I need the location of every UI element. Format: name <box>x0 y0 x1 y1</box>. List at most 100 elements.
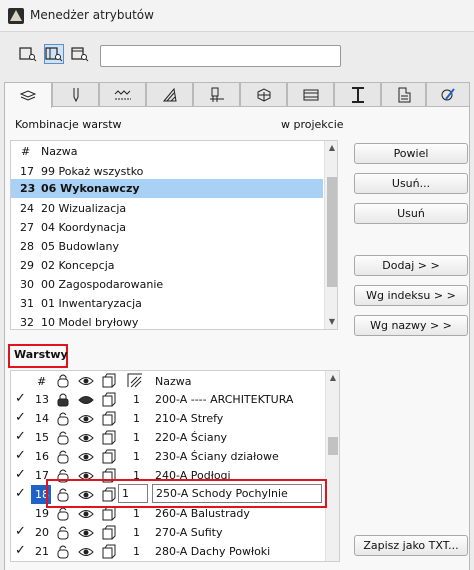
combination-row[interactable]: 31 01 Inwentaryzacja <box>11 294 323 313</box>
solid-model-icon[interactable] <box>101 544 117 559</box>
layer-name: 210-A Strefy <box>155 412 224 425</box>
combination-row[interactable]: 28 05 Budowlany <box>11 237 323 256</box>
layers-title: Warstwy <box>14 348 68 361</box>
window-title: Menedżer atrybutów <box>30 8 154 22</box>
recall-button[interactable]: Powiel <box>354 143 468 164</box>
row-num: 27 <box>20 221 34 234</box>
visible-eye-icon[interactable] <box>78 411 94 426</box>
row-num: 21 <box>35 545 49 558</box>
combination-row[interactable]: 30 00 Zagospodarowanie <box>11 275 323 294</box>
combination-row[interactable]: 32 10 Model bryłowy <box>11 313 323 329</box>
solid-model-icon[interactable] <box>101 411 117 426</box>
row-num: 15 <box>35 431 49 444</box>
intersection-group[interactable]: 1 <box>133 545 140 558</box>
column-header-num[interactable]: # <box>37 375 46 388</box>
scroll-down-arrow-icon[interactable]: ▼ <box>325 317 337 327</box>
by-name-button[interactable]: Wg nazwy > > <box>354 315 468 336</box>
visible-eye-icon[interactable] <box>78 544 94 559</box>
split-view-search-button[interactable] <box>44 44 64 64</box>
tab-building-materials[interactable] <box>240 82 287 106</box>
column-header-name[interactable]: Nazwa <box>155 375 191 388</box>
row-num: 28 <box>20 240 34 253</box>
lock-open-icon[interactable] <box>55 449 71 464</box>
combinations-scrollbar[interactable]: ▲ ▼ <box>324 141 337 329</box>
composites-tab-icon <box>303 89 318 100</box>
combination-row[interactable]: 27 04 Koordynacja <box>11 218 323 237</box>
list-view-search-button[interactable] <box>18 44 38 64</box>
lock-open-icon[interactable] <box>55 525 71 540</box>
tab-fills[interactable] <box>146 82 193 106</box>
solid-model-icon[interactable] <box>101 392 117 407</box>
layer-combinations-list[interactable]: # Nazwa 17 99 Pokaż wszystko 23 06 Wykon… <box>10 140 338 330</box>
combination-row[interactable]: 24 20 Wizualizacja <box>11 199 323 218</box>
combination-row[interactable]: 29 02 Koncepcja <box>11 256 323 275</box>
single-view-search-button[interactable] <box>70 44 90 64</box>
intersection-group[interactable]: 1 <box>133 526 140 539</box>
by-index-button[interactable]: Wg indeksu > > <box>354 285 468 306</box>
tab-zone-categories[interactable] <box>381 82 426 106</box>
lock-open-icon[interactable] <box>55 430 71 445</box>
solid-model-icon[interactable] <box>101 449 117 464</box>
tab-composites[interactable] <box>287 82 334 106</box>
row-name: 99 Pokaż wszystko <box>41 165 144 178</box>
delete-button[interactable]: Usuń <box>354 203 468 224</box>
row-num: 16 <box>35 450 49 463</box>
layer-row[interactable]: ✓ 14 1 210-A Strefy <box>11 409 325 428</box>
layer-row[interactable]: ✓ 21 1 280-A Dachy Powłoki <box>11 542 325 561</box>
column-header-num[interactable]: # <box>21 145 30 158</box>
intersection-group[interactable]: 1 <box>133 393 140 406</box>
row-name: 01 Inwentaryzacja <box>41 297 142 310</box>
visible-eye-icon[interactable] <box>78 449 94 464</box>
row-num: 20 <box>35 526 49 539</box>
visible-eye-icon[interactable] <box>78 525 94 540</box>
zone-categories-tab-icon <box>398 87 410 102</box>
intersection-group[interactable]: 1 <box>133 431 140 444</box>
solid-model-icon[interactable] <box>101 430 117 445</box>
scroll-up-arrow-icon[interactable]: ▲ <box>326 373 339 383</box>
solid-model-icon[interactable] <box>101 506 117 521</box>
layers-list[interactable]: # Nazwa ✓ 13 1 200-A ---- ARCHITEKTURA ✓… <box>10 370 340 562</box>
tab-pens[interactable] <box>52 82 99 106</box>
lock-open-icon[interactable] <box>55 506 71 521</box>
layer-row[interactable]: ✓ 13 1 200-A ---- ARCHITEKTURA <box>11 390 325 409</box>
intersection-group-column-icon[interactable] <box>127 373 143 388</box>
combinations-header: # Nazwa <box>11 141 323 163</box>
tab-profiles[interactable] <box>334 82 381 106</box>
visibility-column-icon[interactable] <box>78 373 94 388</box>
lock-open-icon[interactable] <box>55 544 71 559</box>
intersection-group[interactable]: 1 <box>133 412 140 425</box>
intersection-group[interactable]: 1 <box>133 507 140 520</box>
column-header-name[interactable]: Nazwa <box>41 145 77 158</box>
tab-surfaces[interactable] <box>193 82 240 106</box>
layer-combinations-title: Kombinacje warstw <box>15 118 122 131</box>
save-as-txt-button[interactable]: Zapisz jako TXT... <box>354 535 468 556</box>
row-num: 31 <box>20 297 34 310</box>
hidden-eye-icon[interactable] <box>78 392 94 407</box>
delete-dots-button[interactable]: Usuń... <box>354 173 468 194</box>
combination-row-selected[interactable]: 23 06 Wykonawczy <box>11 179 323 198</box>
row-num: 19 <box>35 507 49 520</box>
layers-scrollbar[interactable]: ▲ <box>325 371 339 561</box>
lock-closed-icon[interactable] <box>55 392 71 407</box>
list-view-search-icon <box>19 47 37 62</box>
visible-eye-icon[interactable] <box>78 506 94 521</box>
add-button[interactable]: Dodaj > > <box>354 255 468 276</box>
scroll-up-arrow-icon[interactable]: ▲ <box>325 143 337 153</box>
checkmark-icon: ✓ <box>15 467 26 482</box>
lock-open-icon[interactable] <box>55 411 71 426</box>
tab-layers[interactable] <box>4 82 52 108</box>
visible-eye-icon[interactable] <box>78 430 94 445</box>
intersection-group[interactable]: 1 <box>133 450 140 463</box>
layer-row[interactable]: ✓ 20 1 270-A Sufity <box>11 523 325 542</box>
tab-line-types[interactable] <box>99 82 146 106</box>
layer-row[interactable]: ✓ 16 1 230-A Ściany działowe <box>11 447 325 466</box>
lock-column-icon[interactable] <box>55 373 71 388</box>
search-input[interactable] <box>100 45 341 67</box>
tab-markup-styles[interactable] <box>426 82 470 106</box>
scroll-thumb[interactable] <box>328 437 338 455</box>
layer-row[interactable]: ✓ 15 1 220-A Ściany <box>11 428 325 447</box>
wireframe-column-icon[interactable] <box>101 373 117 388</box>
solid-model-icon[interactable] <box>101 525 117 540</box>
scroll-thumb[interactable] <box>327 177 337 287</box>
layer-name: 280-A Dachy Powłoki <box>155 545 271 558</box>
